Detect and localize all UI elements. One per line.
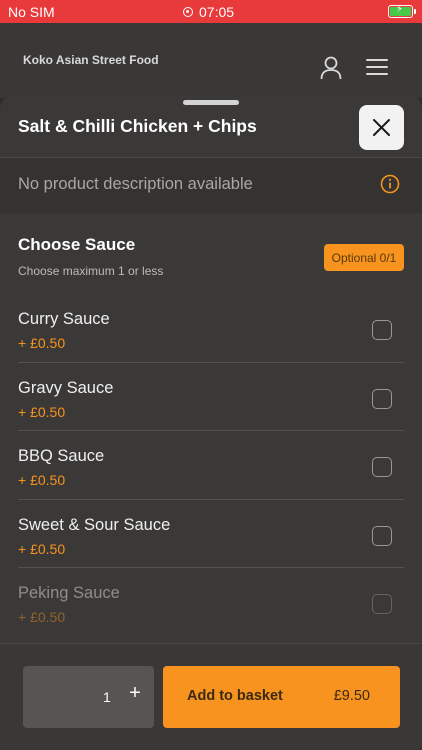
restaurant-name: Koko Asian Street Food xyxy=(23,53,159,67)
user-icon[interactable] xyxy=(320,56,342,80)
product-title: Salt & Chilli Chicken + Chips xyxy=(18,116,257,136)
modifier-group-title: Choose Sauce xyxy=(18,235,136,254)
record-icon xyxy=(183,7,193,17)
app-header: Koko Asian Street Food xyxy=(0,23,422,98)
sauce-option[interactable]: BBQ Sauce + £0.50 xyxy=(0,431,422,500)
option-checkbox[interactable] xyxy=(372,594,392,614)
sauce-option[interactable]: Sweet & Sour Sauce + £0.50 xyxy=(0,500,422,568)
sauce-option[interactable]: Curry Sauce + £0.50 xyxy=(0,294,422,363)
option-checkbox[interactable] xyxy=(372,457,392,477)
status-center: 07:05 xyxy=(183,4,234,20)
option-price: + £0.50 xyxy=(18,403,66,420)
carrier-label: No SIM xyxy=(8,4,55,20)
option-price: + £0.50 xyxy=(18,335,66,351)
sheet-grabber[interactable] xyxy=(183,100,239,105)
option-name: Peking Sauce xyxy=(18,584,120,602)
status-time: 07:05 xyxy=(199,4,235,20)
quantity-stepper: 1 + xyxy=(23,666,154,728)
add-to-basket-button[interactable]: Add to basket £9.50 xyxy=(163,666,400,728)
quantity-value: 1 xyxy=(103,689,111,705)
quantity-plus-button[interactable]: + xyxy=(124,682,146,710)
option-name: BBQ Sauce xyxy=(18,447,105,465)
product-description: No product description available xyxy=(18,175,253,193)
modifier-group-subtitle: Choose maximum 1 or less xyxy=(18,264,164,278)
battery-icon: ⚡ xyxy=(388,4,416,18)
option-price: + £0.50 xyxy=(18,472,66,488)
option-checkbox[interactable] xyxy=(372,525,392,546)
option-name: Curry Sauce xyxy=(18,310,110,328)
basket-total-price: £9.50 xyxy=(333,688,370,704)
basket-footer: 1 + Add to basket £9.50 xyxy=(0,643,422,750)
close-icon xyxy=(373,119,390,136)
menu-icon[interactable] xyxy=(366,59,388,75)
option-name: Sweet & Sour Sauce xyxy=(18,515,171,534)
option-price: + £0.50 xyxy=(18,540,66,557)
sauce-option[interactable]: Gravy Sauce + £0.50 xyxy=(0,363,422,431)
option-name: Gravy Sauce xyxy=(18,378,114,397)
option-checkbox[interactable] xyxy=(372,320,392,340)
option-checkbox[interactable] xyxy=(372,388,392,409)
sauce-option[interactable]: Peking Sauce + £0.50 xyxy=(0,568,422,637)
optional-badge: Optional 0/1 xyxy=(324,244,404,271)
info-icon[interactable] xyxy=(380,174,400,194)
sauce-options-list: Curry Sauce + £0.50 Gravy Sauce + £0.50 … xyxy=(0,294,422,637)
add-to-basket-label: Add to basket xyxy=(187,688,283,704)
status-bar: No SIM 07:05 ⚡ xyxy=(0,0,422,23)
option-price: + £0.50 xyxy=(18,609,66,625)
close-button[interactable] xyxy=(359,105,404,150)
